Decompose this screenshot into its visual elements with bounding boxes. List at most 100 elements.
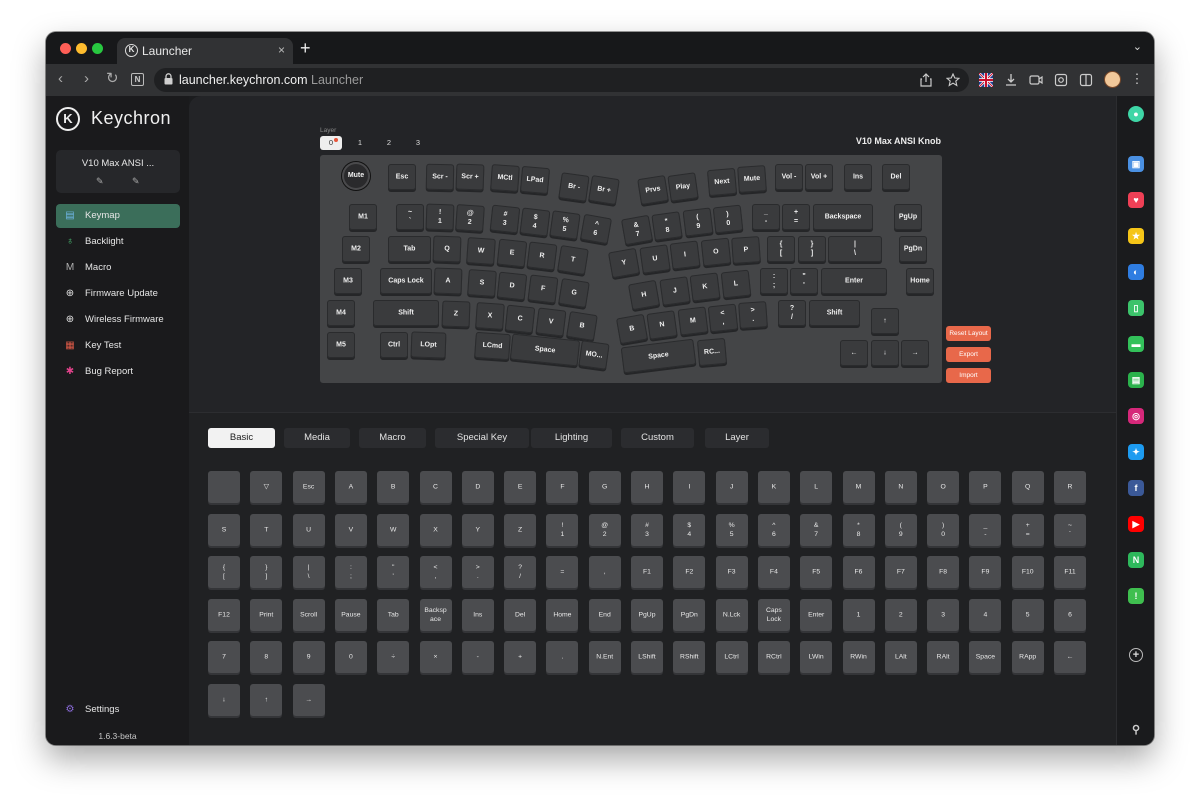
key-mo[interactable]: MO... [578, 340, 610, 370]
key-y[interactable]: Y [607, 247, 641, 279]
import-button[interactable]: Import [946, 368, 991, 383]
keycode-f11[interactable]: F11 [1054, 556, 1086, 588]
keycode-4[interactable]: $ 4 [673, 513, 706, 546]
keycode-blank[interactable]: = [546, 556, 579, 588]
keycode-2[interactable]: @ 2 [588, 513, 621, 546]
key-h[interactable]: H [627, 279, 661, 311]
key-ctrl[interactable]: Ctrl [380, 332, 408, 358]
keycode-8[interactable]: 8 [250, 641, 283, 673]
share-icon[interactable] [919, 73, 933, 87]
keycode-b[interactable]: B [377, 471, 410, 503]
keycode-6[interactable]: ^ 6 [757, 513, 790, 546]
key-1[interactable]: ! 1 [425, 203, 455, 231]
keycode-u[interactable]: U [292, 513, 325, 546]
keycode-a[interactable]: A [334, 471, 367, 503]
keycode-3[interactable]: # 3 [631, 513, 663, 546]
key-8[interactable]: * 8 [651, 211, 683, 241]
layer-tab-2[interactable]: 2 [378, 136, 400, 150]
keycode-9[interactable]: 9 [292, 641, 325, 673]
key-tab[interactable]: Tab [388, 236, 431, 262]
star-icon[interactable]: ★ [1128, 228, 1144, 244]
split-view-icon[interactable] [1079, 73, 1093, 87]
keycode-lalt[interactable]: LAlt [884, 641, 917, 673]
circle-icon[interactable]: ● [1128, 106, 1144, 122]
keycode-6[interactable]: 6 [1054, 598, 1086, 631]
key-scr[interactable]: Scr + [455, 163, 485, 191]
new-tab-button[interactable]: + [300, 39, 311, 57]
keycode-pgup[interactable]: PgUp [631, 598, 663, 631]
key-enter[interactable]: Enter [821, 268, 887, 294]
keycode-f6[interactable]: F6 [842, 556, 875, 588]
key-n[interactable]: N [646, 310, 678, 340]
pocket-icon[interactable]: ♥ [1128, 192, 1144, 208]
keycode-backsp-ace[interactable]: Backsp ace [419, 598, 452, 631]
keycode-blank[interactable] [208, 471, 240, 503]
key-lpad[interactable]: LPad [519, 165, 551, 195]
keycode-f2[interactable]: F2 [673, 556, 706, 588]
instagram-icon[interactable]: ◎ [1128, 408, 1144, 424]
keycode-tab[interactable]: Tab [377, 598, 410, 631]
keycode-f9[interactable]: F9 [969, 556, 1002, 588]
keycode-8[interactable]: * 8 [842, 513, 875, 546]
key-lcmd[interactable]: LCmd [474, 331, 511, 361]
rename-pencil-icon[interactable]: ✎ [132, 176, 140, 187]
keycode-f[interactable]: F [546, 471, 579, 503]
keycode-f12[interactable]: F12 [208, 598, 240, 631]
sidebar-item-keymap[interactable]: ▤ Keymap [56, 204, 180, 228]
keycode-ralt[interactable]: RAlt [927, 641, 960, 673]
key-symbol[interactable]: < , [707, 303, 739, 333]
key-symbol[interactable]: _ - [752, 204, 780, 230]
back-button[interactable]: ‹ [58, 70, 63, 88]
keycode-blank[interactable]: + [504, 641, 537, 673]
keycode-esc[interactable]: Esc [292, 471, 325, 503]
knob-mute[interactable]: Mute [342, 162, 370, 190]
key-v[interactable]: V [535, 307, 567, 337]
key-ins[interactable]: Ins [844, 164, 872, 190]
key-symbol[interactable]: ↑ [871, 308, 899, 334]
n-app-icon[interactable]: N [1128, 552, 1144, 568]
keycode-j[interactable]: J [715, 471, 748, 503]
keycode-y[interactable]: Y [461, 513, 494, 546]
key-shift[interactable]: Shift [373, 300, 439, 326]
key-o[interactable]: O [700, 237, 732, 267]
bookmark-star-icon[interactable] [946, 73, 960, 87]
minimize-window-button[interactable] [76, 43, 87, 54]
export-button[interactable]: Export [946, 347, 991, 362]
key-m[interactable]: M [677, 306, 709, 336]
key-vol[interactable]: Vol - [775, 164, 803, 190]
key-x[interactable]: X [475, 302, 505, 330]
layer-tab-0[interactable]: 0 [320, 136, 342, 150]
key-symbol[interactable]: : ; [760, 268, 788, 294]
keycode-v[interactable]: V [334, 513, 367, 546]
screenshot-icon[interactable] [1054, 73, 1068, 87]
key-symbol[interactable]: → [901, 340, 929, 366]
keycode-blank[interactable]: × [419, 641, 452, 673]
key-w[interactable]: W [466, 237, 496, 265]
key-prvs[interactable]: Prvs [637, 174, 669, 206]
keycode-5[interactable]: 5 [1011, 598, 1044, 631]
keycode-t[interactable]: T [250, 513, 283, 546]
download-icon[interactable] [1004, 73, 1018, 87]
key-symbol[interactable]: " ' [790, 268, 818, 294]
keycode-lshift[interactable]: LShift [631, 641, 663, 673]
key-5[interactable]: % 5 [549, 210, 581, 240]
keycode-caps-lock[interactable]: Caps Lock [757, 598, 790, 631]
keycode-o[interactable]: O [927, 471, 960, 503]
browser-menu-icon[interactable]: ⋮ [1130, 72, 1144, 86]
keycode-2[interactable]: 2 [884, 598, 917, 631]
tab-special-key[interactable]: Special Key [435, 428, 529, 448]
keycode-3[interactable]: 3 [927, 598, 960, 631]
sidebar-item-bug-report[interactable]: ✱ Bug Report [56, 360, 180, 384]
key-symbol[interactable]: ↓ [871, 340, 899, 366]
key-mctl[interactable]: MCtl [490, 164, 520, 192]
key-symbol[interactable]: > . [738, 301, 768, 329]
keycode-blank[interactable]: → [292, 683, 325, 716]
add-extension-icon[interactable]: + [1129, 648, 1143, 662]
keycode-l[interactable]: L [800, 471, 833, 503]
keycode-blank[interactable]: ~ ` [1054, 513, 1086, 546]
keycode-z[interactable]: Z [504, 513, 537, 546]
keycode-blank[interactable]: + = [1011, 513, 1044, 546]
keycode-pause[interactable]: Pause [334, 598, 367, 631]
keycode-i[interactable]: I [673, 471, 706, 503]
forward-button[interactable]: › [84, 70, 89, 88]
